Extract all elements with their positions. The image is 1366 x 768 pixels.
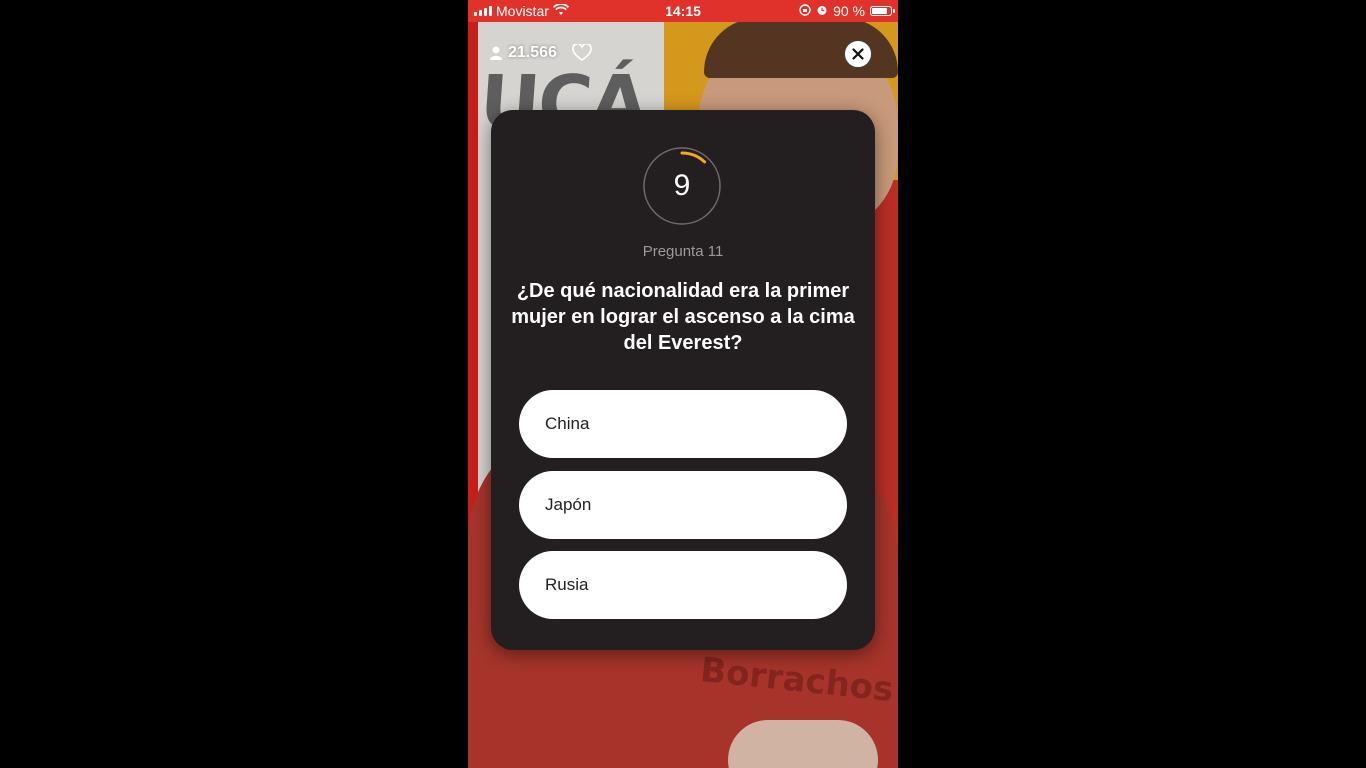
timer-number: 9 [673, 169, 691, 202]
close-button[interactable] [844, 40, 872, 68]
viewer-person-icon [490, 46, 502, 60]
question-card: 9 Pregunta 11 ¿De qué nacionalidad era l… [491, 110, 875, 650]
countdown-timer: 9 [642, 146, 722, 226]
battery-icon [870, 6, 895, 16]
viewer-count: 21.566 [490, 44, 557, 62]
alarm-icon [816, 3, 828, 19]
lock-rotation-icon [799, 3, 811, 19]
battery-percent: 90 % [833, 3, 865, 19]
heart-icon[interactable] [572, 42, 592, 66]
answer-option-japon[interactable]: Japón [519, 470, 847, 539]
close-icon [852, 48, 864, 60]
answer-list: China Japón Rusia [519, 390, 847, 632]
phone-screen: UCÁ Borrachos Movistar 14:15 90 % 21.566… [468, 0, 898, 768]
question-text: ¿De qué nacionalidad era la primer mujer… [511, 280, 855, 354]
answer-option-rusia[interactable]: Rusia [519, 551, 847, 619]
question-number: Pregunta 11 [642, 243, 724, 260]
status-right: 90 % [799, 3, 895, 19]
viewer-count-label: 21.566 [508, 44, 557, 61]
answer-option-china[interactable]: China [519, 390, 847, 458]
status-bar: Movistar 14:15 90 % [468, 0, 898, 22]
